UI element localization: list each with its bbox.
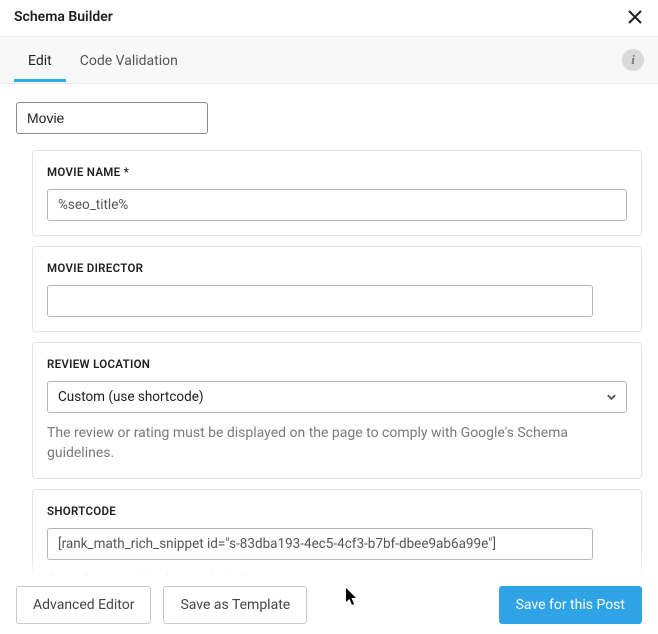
review-location-select-wrap xyxy=(47,381,627,413)
save-for-post-button[interactable]: Save for this Post xyxy=(499,586,642,624)
shortcode-label: SHORTCODE xyxy=(47,504,627,518)
tab-bar: Edit Code Validation i xyxy=(0,36,658,84)
advanced-editor-button[interactable]: Advanced Editor xyxy=(16,586,151,624)
modal-title: Schema Builder xyxy=(14,9,113,25)
review-location-help: The review or rating must be displayed o… xyxy=(47,423,627,464)
movie-name-input[interactable] xyxy=(47,189,627,221)
review-location-select[interactable] xyxy=(47,381,627,413)
tab-code-validation[interactable]: Code Validation xyxy=(66,39,192,81)
field-movie-name: MOVIE NAME * xyxy=(32,150,642,236)
shortcode-input[interactable] xyxy=(47,528,593,560)
content-area: MOVIE NAME * MOVIE DIRECTOR REVIEW LOCAT… xyxy=(0,84,658,576)
close-button[interactable] xyxy=(626,8,644,26)
review-location-label: REVIEW LOCATION xyxy=(47,357,627,371)
tab-edit[interactable]: Edit xyxy=(14,39,66,81)
field-review-location: REVIEW LOCATION The review or rating mus… xyxy=(32,342,642,479)
field-shortcode: SHORTCODE Copy & paste this shortcode in… xyxy=(32,489,642,576)
close-icon xyxy=(627,9,643,25)
footer-bar: Advanced Editor Save as Template Save fo… xyxy=(0,576,658,634)
movie-name-label: MOVIE NAME * xyxy=(47,165,627,179)
modal-header: Schema Builder xyxy=(0,0,658,28)
schema-name-input[interactable] xyxy=(16,102,208,134)
save-as-template-button[interactable]: Save as Template xyxy=(163,586,307,624)
movie-director-input[interactable] xyxy=(47,285,593,317)
info-icon[interactable]: i xyxy=(622,49,644,71)
movie-director-label: MOVIE DIRECTOR xyxy=(47,261,627,275)
field-movie-director: MOVIE DIRECTOR xyxy=(32,246,642,332)
